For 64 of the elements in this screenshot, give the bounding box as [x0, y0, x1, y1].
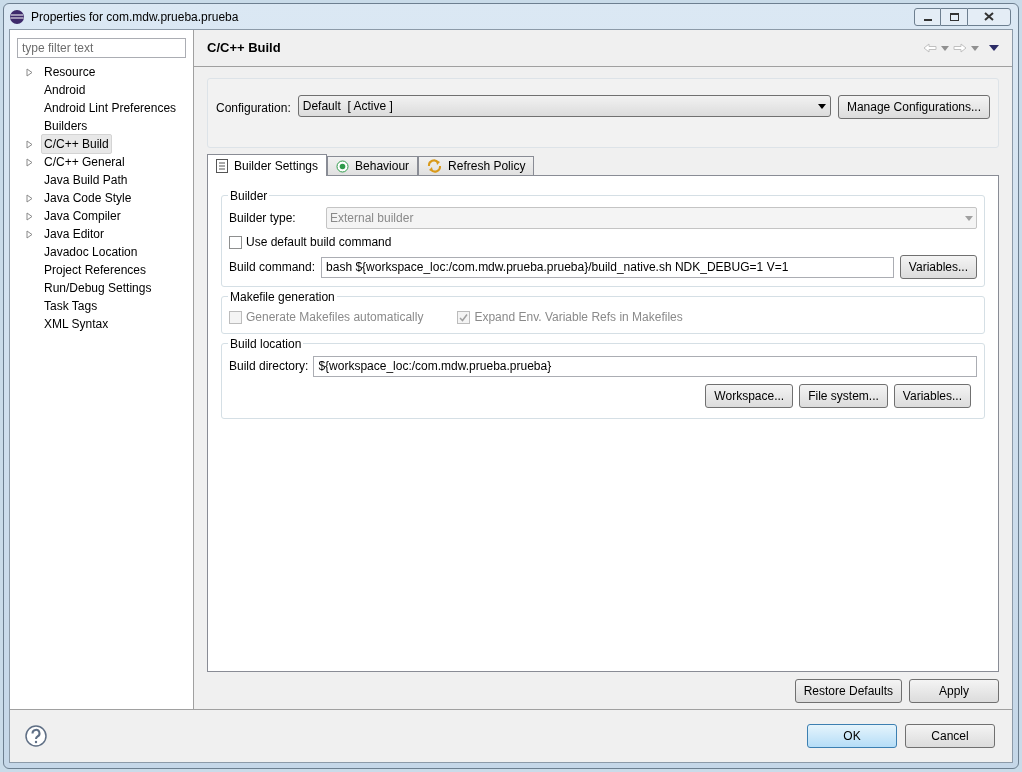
browse-button[interactable]: File system... — [799, 384, 888, 408]
browse-button[interactable]: Variables... — [893, 384, 971, 408]
caret-icon — [965, 215, 973, 221]
window-title: Properties for com.mdw.prueba.prueba — [31, 8, 239, 26]
configuration-dropdown[interactable]: Default [ Active ] — [297, 95, 831, 117]
build-directory-label: Build directory: — [229, 358, 309, 375]
tree-item[interactable]: Java Editor — [41, 224, 108, 244]
dropdown-caret-icon[interactable] — [971, 45, 979, 51]
tree-item[interactable]: Resource — [41, 62, 99, 82]
tree-item[interactable]: XML Syntax — [41, 314, 112, 334]
tree-item[interactable]: Project References — [41, 260, 150, 280]
forward-arrow-icon[interactable] — [953, 43, 967, 53]
expand-arrow-icon[interactable] — [25, 211, 33, 221]
radio-icon — [336, 159, 350, 173]
tree-item[interactable]: Java Compiler — [41, 206, 124, 226]
variables-button[interactable]: Variables... — [899, 255, 977, 279]
expand-arrow-icon[interactable] — [25, 157, 33, 167]
tab[interactable]: Refresh Policy — [418, 156, 535, 175]
page-title: C/C++ Build — [207, 39, 281, 58]
checkbox[interactable] — [229, 235, 242, 249]
tree-item[interactable]: Android Lint Preferences — [41, 98, 180, 118]
help-icon[interactable] — [25, 725, 47, 747]
tree-item[interactable]: Java Build Path — [41, 170, 131, 190]
tree-item[interactable]: Javadoc Location — [41, 242, 141, 262]
tree-item[interactable]: Run/Debug Settings — [41, 278, 155, 298]
build-command-label: Build command: — [229, 259, 316, 276]
tree-item[interactable]: Builders — [41, 116, 91, 136]
tree-item[interactable]: Java Code Style — [41, 188, 135, 208]
build-command-field[interactable]: bash ${workspace_loc:/com.mdw.prueba.prueba}/build_native.sh NDK_DEBUG=1 V=1 — [321, 256, 894, 278]
dialog-button[interactable]: OK — [807, 724, 897, 748]
expand-arrow-icon[interactable] — [25, 229, 33, 239]
configuration-label: Configuration: — [216, 100, 291, 117]
refresh-arrows-icon — [427, 159, 443, 173]
sphere-icon — [9, 8, 25, 25]
view-menu-icon[interactable] — [989, 45, 999, 51]
list-icon — [216, 158, 228, 173]
checkmark-icon — [459, 312, 469, 322]
close-button[interactable] — [967, 7, 1011, 26]
checkbox-label: Generate Makefiles automatically — [246, 309, 424, 326]
expand-arrow-icon[interactable] — [25, 139, 33, 149]
tab[interactable]: Behaviour — [327, 156, 419, 175]
manage-configurations-button[interactable]: Manage Configurations... — [837, 95, 990, 119]
checkbox-label: Use default build command — [246, 234, 392, 251]
tab[interactable]: Builder Settings — [207, 154, 328, 176]
restore-defaults-button[interactable]: Restore Defaults — [794, 679, 902, 703]
checkbox-label: Expand Env. Variable Refs in Makefiles — [474, 309, 683, 326]
browse-button[interactable]: Workspace... — [705, 384, 794, 408]
tree-item[interactable]: C/C++ General — [41, 152, 128, 172]
builder-type-label: Builder type: — [229, 210, 297, 227]
minimize-button[interactable] — [914, 7, 941, 26]
dialog-button[interactable]: Cancel — [905, 724, 995, 748]
dropdown-caret-icon[interactable] — [941, 45, 949, 51]
back-arrow-icon[interactable] — [923, 43, 937, 53]
tree-item[interactable]: C/C++ Build — [41, 134, 112, 154]
maximize-button[interactable] — [941, 7, 967, 26]
close-icon — [984, 12, 994, 21]
tree-item[interactable]: Task Tags — [41, 296, 101, 316]
caret-icon — [817, 103, 826, 109]
expand-arrow-icon[interactable] — [25, 67, 33, 77]
build-directory-field[interactable]: ${workspace_loc:/com.mdw.prueba.prueba} — [313, 355, 977, 377]
expand-arrow-icon[interactable] — [25, 193, 33, 203]
tree-item[interactable]: Android — [41, 80, 89, 100]
apply-button[interactable]: Apply — [909, 679, 999, 703]
filter-field[interactable]: type filter text — [17, 38, 186, 58]
